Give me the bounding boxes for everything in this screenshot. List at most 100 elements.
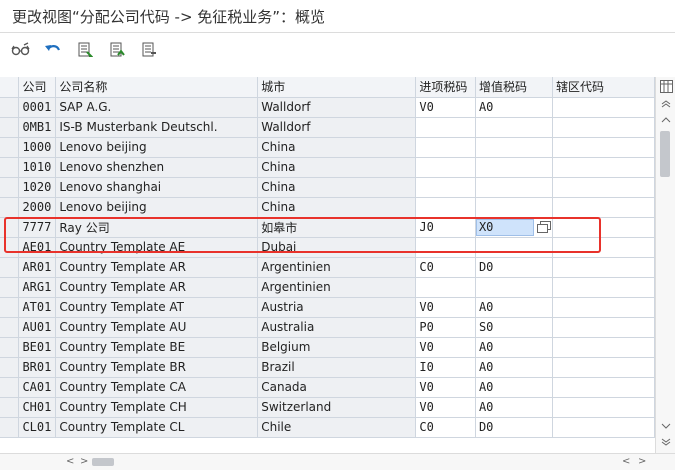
scroll-right-icon[interactable]: > [80,456,88,467]
row-selector[interactable] [0,397,20,418]
jurisdiction-code-cell[interactable] [552,217,655,238]
column-header[interactable]: 增值税码 [475,77,553,98]
table-row[interactable]: BE01 Country Template BE Belgium V0 A0 [0,337,655,358]
input-tax-code-cell[interactable]: V0 [415,297,476,318]
table-row[interactable]: ARG1 Country Template AR Argentinien [0,277,655,298]
input-tax-code-cell[interactable]: C0 [415,257,476,278]
table-row[interactable]: 7777 Ray 公司 如皋市 J0 X0 [0,217,655,238]
deselect-all-button[interactable] [138,39,160,61]
row-selector[interactable] [0,177,20,198]
column-header[interactable]: 进项税码 [415,77,476,98]
input-tax-code-cell[interactable]: C0 [415,417,476,438]
vat-code-cell[interactable] [475,277,553,298]
input-tax-code-cell[interactable] [415,197,476,218]
row-selector[interactable] [0,357,20,378]
column-header[interactable]: 辖区代码 [552,77,655,98]
vat-code-cell[interactable]: A0 [475,337,553,358]
table-row[interactable]: 0001 SAP A.G. Walldorf V0 A0 [0,97,655,118]
column-header[interactable]: 公司 [18,77,57,98]
vat-code-input[interactable]: X0 [475,218,534,236]
row-selector[interactable] [0,317,20,338]
vat-code-cell[interactable] [475,177,553,198]
vat-code-cell[interactable] [475,157,553,178]
row-selector[interactable] [0,337,20,358]
input-tax-code-cell[interactable] [415,237,476,258]
vat-code-cell[interactable]: A0 [475,97,553,118]
table-row[interactable]: CL01 Country Template CL Chile C0 D0 [0,417,655,438]
input-tax-code-cell[interactable]: I0 [415,357,476,378]
jurisdiction-code-cell[interactable] [552,397,655,418]
scroll-bottom-icon[interactable] [659,435,673,449]
scroll-down-icon[interactable] [659,419,673,433]
scroll-left-icon[interactable]: < [66,456,74,467]
vat-code-cell[interactable]: A0 [475,297,553,318]
row-selector[interactable] [0,137,20,158]
vat-code-cell[interactable] [475,237,553,258]
vat-code-cell[interactable]: A0 [475,357,553,378]
jurisdiction-code-cell[interactable] [552,337,655,358]
vat-code-cell[interactable]: D0 [475,417,553,438]
jurisdiction-code-cell[interactable] [552,157,655,178]
input-tax-code-cell[interactable]: P0 [415,317,476,338]
jurisdiction-code-cell[interactable] [552,377,655,398]
input-tax-code-cell[interactable]: V0 [415,377,476,398]
table-row[interactable]: 0MB1 IS-B Musterbank Deutschl. Walldorf [0,117,655,138]
table-row[interactable]: 1010 Lenovo shenzhen China [0,157,655,178]
input-tax-code-cell[interactable]: V0 [415,397,476,418]
vat-code-cell[interactable]: A0 [475,377,553,398]
vat-code-cell[interactable]: A0 [475,397,553,418]
input-tax-code-cell[interactable]: J0 [415,217,476,238]
vat-code-cell[interactable] [475,137,553,158]
table-row[interactable]: 1000 Lenovo beijing China [0,137,655,158]
column-header[interactable]: 公司名称 [55,77,259,98]
undo-button[interactable] [42,39,64,61]
table-row[interactable]: AE01 Country Template AE Dubai [0,237,655,258]
jurisdiction-code-cell[interactable] [552,197,655,218]
scroll-up-icon[interactable] [659,113,673,127]
input-tax-code-cell[interactable] [415,157,476,178]
input-tax-code-cell[interactable] [415,277,476,298]
horizontal-scrollbar[interactable]: < > < > [0,453,675,470]
row-selector[interactable] [0,377,20,398]
table-row[interactable]: 1020 Lenovo shanghai China [0,177,655,198]
row-selector[interactable] [0,197,20,218]
row-selector[interactable] [0,217,20,238]
display-change-button[interactable] [10,39,32,61]
row-selector[interactable] [0,257,20,278]
vertical-scroll-thumb[interactable] [660,131,670,177]
column-settings-icon[interactable] [659,79,673,93]
row-selector-header[interactable] [0,77,20,98]
jurisdiction-code-cell[interactable] [552,277,655,298]
vat-code-cell[interactable]: X0 [475,217,553,238]
select-block-button[interactable] [106,39,128,61]
input-tax-code-cell[interactable]: V0 [415,97,476,118]
value-help-icon[interactable] [536,219,552,235]
jurisdiction-code-cell[interactable] [552,137,655,158]
table-row[interactable]: CA01 Country Template CA Canada V0 A0 [0,377,655,398]
input-tax-code-cell[interactable] [415,117,476,138]
input-tax-code-cell[interactable] [415,177,476,198]
scroll-left-end-icon[interactable]: < [622,456,630,467]
input-tax-code-cell[interactable] [415,137,476,158]
vat-code-cell[interactable] [475,197,553,218]
jurisdiction-code-cell[interactable] [552,237,655,258]
vat-code-cell[interactable]: S0 [475,317,553,338]
vat-code-cell[interactable] [475,117,553,138]
jurisdiction-code-cell[interactable] [552,97,655,118]
row-selector[interactable] [0,417,20,438]
row-selector[interactable] [0,97,20,118]
row-selector[interactable] [0,297,20,318]
jurisdiction-code-cell[interactable] [552,417,655,438]
vat-code-cell[interactable]: D0 [475,257,553,278]
row-selector[interactable] [0,237,20,258]
row-selector[interactable] [0,277,20,298]
column-header[interactable]: 城市 [257,77,417,98]
jurisdiction-code-cell[interactable] [552,297,655,318]
scroll-right-end-icon[interactable]: > [638,456,646,467]
jurisdiction-code-cell[interactable] [552,177,655,198]
row-selector[interactable] [0,117,20,138]
table-row[interactable]: AR01 Country Template AR Argentinien C0 D0 [0,257,655,278]
table-row[interactable]: AT01 Country Template AT Austria V0 A0 [0,297,655,318]
table-row[interactable]: AU01 Country Template AU Australia P0 S0 [0,317,655,338]
scroll-top-icon[interactable] [659,97,673,111]
